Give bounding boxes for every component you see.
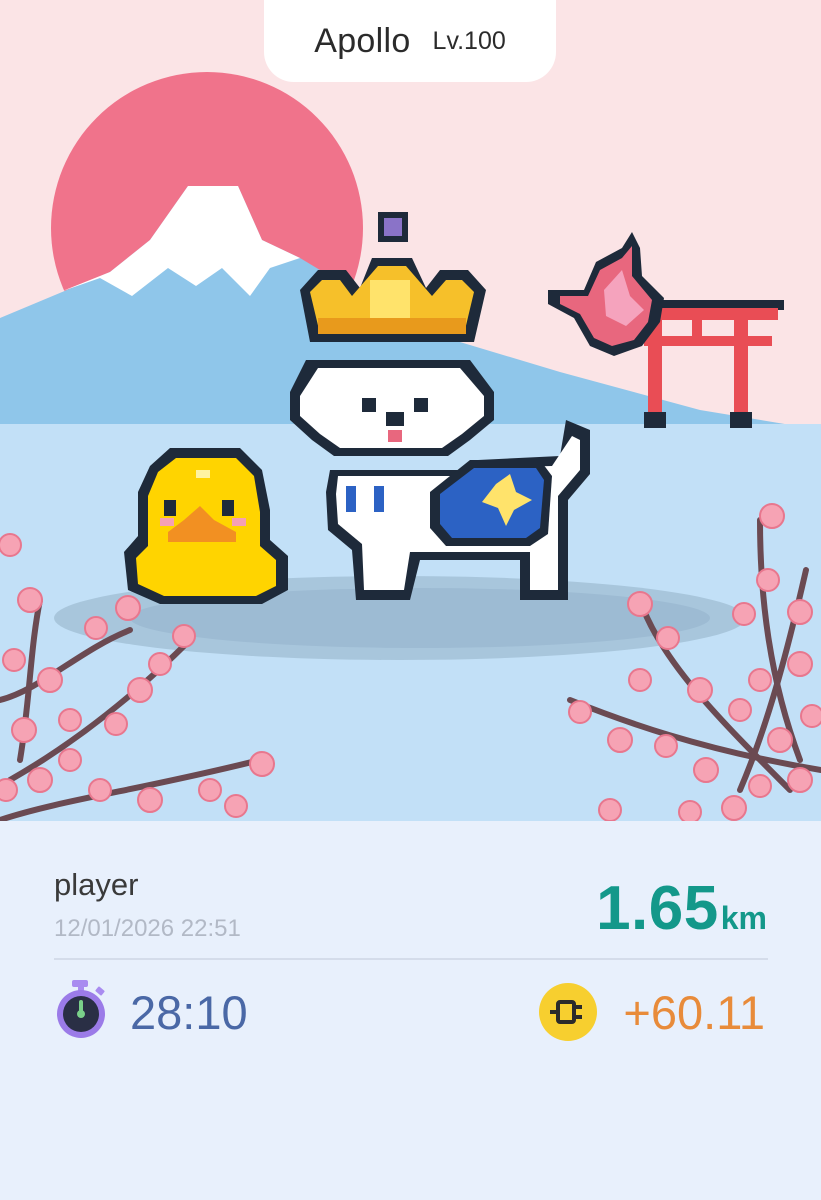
pet-level: Lv.100 [432,26,506,55]
distance-readout: 1.65 km [596,873,767,944]
stopwatch-icon [54,978,108,1040]
record-timestamp: 12/01/2026 22:51 [54,915,241,942]
distance-unit: km [720,900,767,936]
pet-name-tab: Apollo Lv.100 [264,0,556,82]
player-name: player [54,867,139,902]
pet-scene: Apollo Lv.100 [0,0,821,821]
pet-name: Apollo [314,21,411,60]
distance-value: 1.65 [596,874,719,943]
fuel-plug-icon [538,982,598,1042]
reward-value: +60.11 [623,986,765,1039]
duration-value: 28:10 [130,986,248,1039]
record-panel: player 12/01/2026 22:51 1.65 km 28:10 +6… [0,821,821,1200]
divider [54,958,768,960]
